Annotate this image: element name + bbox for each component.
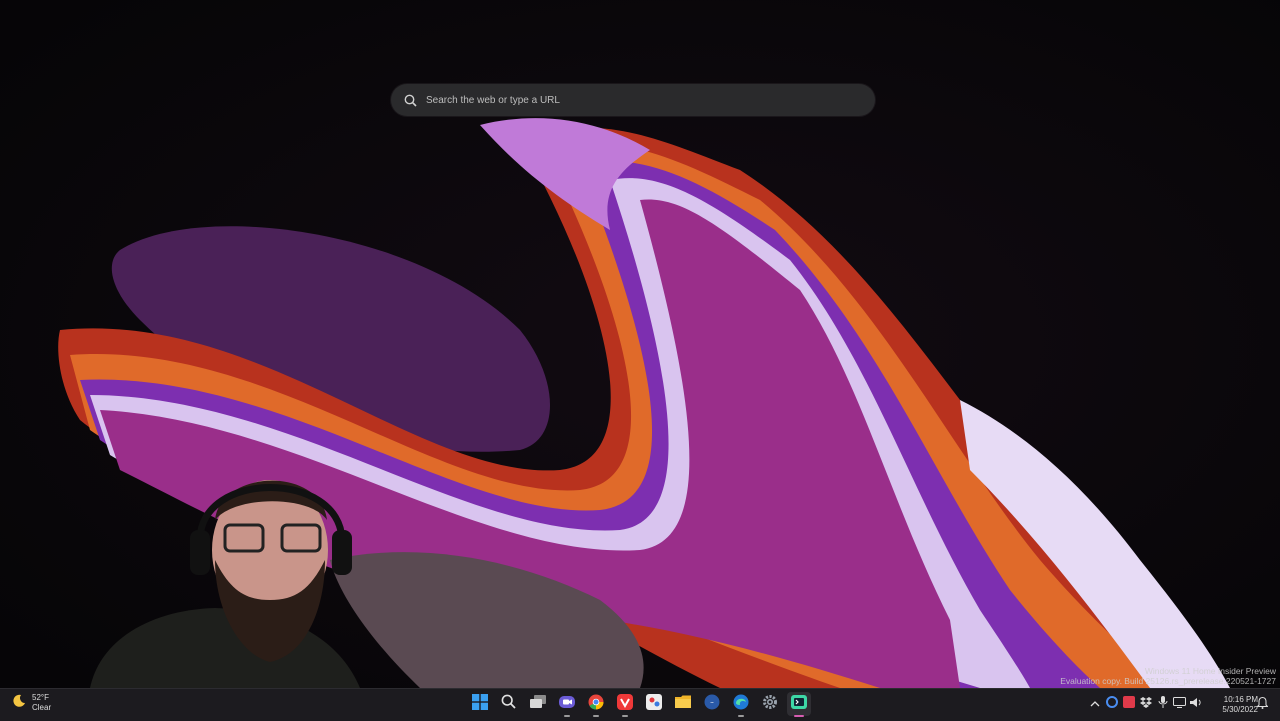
running-indicator [737,715,744,717]
running-indicator [592,715,599,717]
search-input[interactable] [424,93,875,107]
gear-icon [762,694,778,715]
vivaldi-icon [616,693,633,715]
tray-app-blue[interactable] [1105,695,1119,713]
app-button[interactable]: ~ [700,692,724,716]
taskbar-search-button[interactable] [497,692,521,716]
show-hidden-icons-button[interactable] [1088,695,1102,713]
windows-logo-icon [471,693,488,715]
dropbox-button[interactable] [1139,695,1153,713]
clock-time: 10:16 PM [1223,695,1258,704]
chat-button[interactable] [555,692,579,717]
start-button[interactable] [468,692,492,716]
weather-widget[interactable]: 52°F Clear [12,693,51,713]
network-button[interactable] [1173,695,1187,713]
volume-button[interactable] [1190,695,1204,713]
watermark-edition: Windows 11 Home Insider Preview [1144,666,1276,676]
dropbox-icon [1139,695,1152,713]
file-explorer-icon [674,695,691,714]
chevron-up-icon [1090,695,1100,713]
webcam-overlay [90,480,360,688]
settings-button[interactable] [758,692,782,716]
circle-app-icon [1105,695,1118,713]
clock-date: 5/30/2022 [1222,705,1258,714]
snipping-tool-icon [645,693,662,715]
task-view-button[interactable] [526,692,550,716]
chrome-icon [588,694,604,715]
taskbar: 52°F Clear ~ 10:16 PM 5/30/2022 [0,688,1280,721]
speaker-icon [1190,695,1203,713]
tray-app-red[interactable] [1122,695,1136,713]
watermark-build: Evaluation copy. Build 25126.rs_prerelea… [1060,676,1276,686]
moon-icon [12,694,26,713]
terminal-button[interactable] [786,692,811,717]
snipping-tool-button[interactable] [642,692,666,716]
browser-search-bar[interactable] [391,84,875,116]
weather-temp: 52°F [32,693,49,702]
taskbar-apps: ~ [465,692,813,717]
vivaldi-button[interactable] [613,692,637,717]
edge-icon [733,694,749,715]
weather-condition: Clear [32,703,52,712]
red-app-icon [1122,695,1135,713]
windows-watermark: Windows 11 Home Insider Preview Evaluati… [1060,666,1276,686]
file-explorer-button[interactable] [671,692,695,716]
running-indicator [621,715,628,717]
chat-icon [558,694,575,715]
active-indicator [793,715,804,717]
terminal-icon [790,694,807,715]
app-icon: ~ [704,694,720,715]
search-icon [501,694,516,714]
clock[interactable]: 10:16 PM 5/30/2022 [1210,695,1258,715]
notification-button[interactable] [1255,696,1269,714]
microphone-icon [1158,695,1168,713]
chrome-button[interactable] [584,692,608,717]
edge-button[interactable] [729,692,753,717]
notification-bell-icon [1255,696,1269,714]
svg-text:~: ~ [710,700,714,706]
network-icon [1173,695,1186,713]
search-icon [402,92,418,108]
system-tray [1086,695,1205,713]
microphone-button[interactable] [1156,695,1170,713]
running-indicator [563,715,570,717]
task-view-icon [529,694,546,714]
